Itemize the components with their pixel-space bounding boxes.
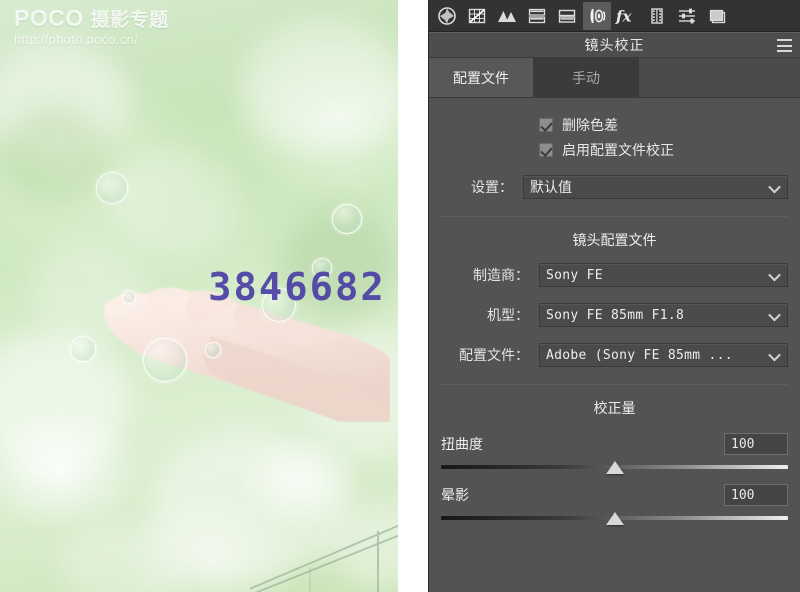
soap-bubble <box>332 204 362 234</box>
slider-distortion-thumb[interactable] <box>605 461 624 474</box>
checkbox-enable-profile-correction[interactable] <box>539 142 553 157</box>
setting-dropdown-value: 默认值 <box>530 179 572 195</box>
slider-vignetting-value-box[interactable]: 100 <box>724 484 788 506</box>
soap-bubble <box>122 290 136 304</box>
soap-bubble <box>143 338 187 382</box>
setting-label: 设置： <box>471 179 513 195</box>
chevron-down-icon <box>770 184 779 189</box>
tab-manual[interactable]: 手动 <box>534 58 639 97</box>
presets-icon[interactable] <box>673 2 701 30</box>
model-dropdown[interactable]: Sony FE 85mm F1.8 <box>539 303 788 327</box>
camera-calibration-icon[interactable] <box>643 2 671 30</box>
snapshots-icon[interactable] <box>703 2 731 30</box>
panel-content: 删除色差 启用配置文件校正 设置： 默认值 镜头配置文件 制造商： Sony F… <box>429 98 800 592</box>
setting-row[interactable]: 设置： 默认值 <box>441 172 788 202</box>
image-canvas[interactable]: POCO 摄影专题 http://photo.poco.cn/ 3846682 <box>0 0 428 592</box>
slider-vignetting-thumb[interactable] <box>605 512 624 525</box>
lens-correction-icon[interactable] <box>583 1 611 30</box>
checkbox-row-remove-ca[interactable]: 删除色差 <box>539 112 788 137</box>
slider-vignetting-value: 100 <box>731 487 755 503</box>
slider-distortion-track[interactable] <box>441 461 788 474</box>
tab-manual-label: 手动 <box>572 69 600 86</box>
divider-lens-profile <box>441 216 788 217</box>
panel-icon-toolbar[interactable]: fx <box>429 0 800 32</box>
lens-profile-section-title: 镜头配置文件 <box>572 232 657 248</box>
checkbox-remove-chromatic-aberration[interactable] <box>539 117 553 132</box>
soap-bubble <box>205 342 221 358</box>
slider-distortion-label: 扭曲度 <box>441 436 483 452</box>
watermark-brand: POCO <box>14 5 84 31</box>
slider-vignetting-head: 晕影 100 <box>441 483 788 507</box>
tone-curve-icon[interactable] <box>463 2 491 30</box>
model-dropdown-value: Sony FE 85mm F1.8 <box>546 307 685 323</box>
maker-row[interactable]: 制造商： Sony FE <box>441 260 788 290</box>
chevron-down-icon <box>770 272 779 277</box>
app-root: POCO 摄影专题 http://photo.poco.cn/ 3846682 <box>0 0 800 592</box>
tab-profile[interactable]: 配置文件 <box>429 58 534 97</box>
soap-bubble <box>96 172 128 204</box>
maker-dropdown-value: Sony FE <box>546 267 603 283</box>
railing-shape <box>239 505 398 592</box>
profile-row[interactable]: 配置文件： Adobe (Sony FE 85mm ... <box>441 340 788 370</box>
checkbox-row-enable-profile[interactable]: 启用配置文件校正 <box>539 137 788 162</box>
hamburger-menu-icon[interactable] <box>777 39 792 52</box>
setting-dropdown[interactable]: 默认值 <box>523 175 788 199</box>
checkbox-remove-ca-label: 删除色差 <box>562 116 618 133</box>
slider-vignetting-label: 晕影 <box>441 487 469 503</box>
divider-correction <box>441 384 788 385</box>
correction-section-title: 校正量 <box>593 400 636 416</box>
maker-label: 制造商： <box>473 267 529 283</box>
model-row[interactable]: 机型： Sony FE 85mm F1.8 <box>441 300 788 330</box>
bokeh-blob <box>0 105 110 205</box>
hsl-grayscale-icon[interactable] <box>523 2 551 30</box>
slider-vignetting[interactable]: 晕影 100 <box>441 483 788 525</box>
maker-dropdown[interactable]: Sony FE <box>539 263 788 287</box>
bokeh-blob <box>240 20 398 150</box>
lens-correction-panel: fx 镜头校正 配置文件 手动 删除色差 启用配置文件校正 设置： 默认值 镜头… <box>428 0 800 592</box>
slider-distortion-head: 扭曲度 100 <box>441 432 788 456</box>
bokeh-blob <box>110 150 240 260</box>
slider-distortion-value-box[interactable]: 100 <box>724 433 788 455</box>
effects-fx-icon[interactable]: fx <box>613 2 641 30</box>
svg-text:fx: fx <box>615 7 632 25</box>
chevron-down-icon <box>770 312 779 317</box>
tabs-filler <box>639 58 800 97</box>
page-title: 镜头校正 <box>584 37 645 53</box>
tab-profile-label: 配置文件 <box>453 69 509 86</box>
split-toning-icon[interactable] <box>553 2 581 30</box>
overlay-code-text: 3846682 <box>208 265 386 309</box>
model-label: 机型： <box>487 307 529 323</box>
profile-dropdown-value: Adobe (Sony FE 85mm ... <box>546 347 733 363</box>
detail-icon[interactable] <box>493 2 521 30</box>
basic-adjust-icon[interactable] <box>433 2 461 30</box>
slider-vignetting-track[interactable] <box>441 512 788 525</box>
panel-title-bar: 镜头校正 <box>429 32 800 58</box>
checkbox-enable-profile-label: 启用配置文件校正 <box>562 141 674 158</box>
slider-distortion-value: 100 <box>731 436 755 452</box>
profile-dropdown[interactable]: Adobe (Sony FE 85mm ... <box>539 343 788 367</box>
watermark-subtitle: 摄影专题 <box>90 10 169 31</box>
slider-distortion[interactable]: 扭曲度 100 <box>441 432 788 474</box>
profile-label: 配置文件： <box>459 347 529 363</box>
chevron-down-icon <box>770 352 779 357</box>
soap-bubble <box>70 336 96 362</box>
panel-tabs[interactable]: 配置文件 手动 <box>429 58 800 98</box>
